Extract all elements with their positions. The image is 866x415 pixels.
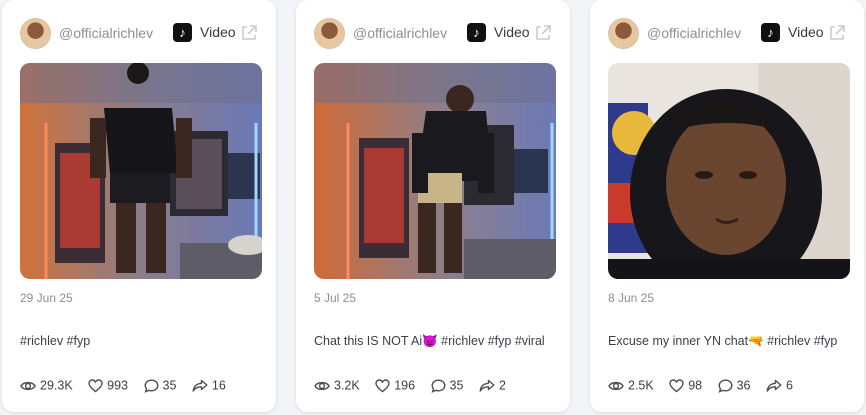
post-date: 8 Jun 25 — [608, 291, 655, 305]
post-card[interactable]: @officialrichlev ♪ Video — [2, 0, 276, 412]
heart-icon — [375, 379, 390, 393]
card-header: @officialrichlev ♪ Video — [314, 18, 552, 50]
comments-count: 35 — [449, 379, 464, 394]
video-thumbnail[interactable] — [314, 63, 556, 279]
account-handle[interactable]: @officialrichlev — [59, 25, 153, 41]
shares-count: 16 — [211, 379, 226, 394]
avatar[interactable] — [314, 18, 345, 49]
comment-icon — [431, 379, 446, 393]
post-date: 5 Jul 25 — [314, 291, 357, 305]
avatar[interactable] — [608, 18, 639, 49]
external-link-icon[interactable] — [828, 24, 846, 42]
post-card[interactable]: @officialrichlev ♪ Video 8 Jun 25 Excuse… — [590, 0, 864, 412]
tiktok-icon: ♪ — [761, 23, 780, 42]
tiktok-icon: ♪ — [173, 23, 192, 42]
comments-stat: 35 — [431, 378, 464, 394]
card-header: @officialrichlev ♪ Video — [608, 18, 846, 50]
comments-stat: 36 — [718, 378, 751, 393]
shares-stat: 6 — [766, 378, 793, 393]
post-stats: 3.2K 196 35 2 — [314, 378, 518, 396]
account-handle[interactable]: @officialrichlev — [353, 25, 447, 41]
comment-icon — [143, 379, 159, 393]
likes-stat: 196 — [375, 378, 415, 393]
likes-count: 98 — [688, 379, 703, 394]
account-handle[interactable]: @officialrichlev — [647, 25, 741, 41]
share-icon — [766, 379, 782, 392]
post-stats: 2.5K 98 36 6 — [608, 378, 805, 396]
video-thumbnail[interactable] — [20, 63, 262, 279]
post-date: 29 Jun 25 — [20, 291, 73, 305]
share-icon — [479, 379, 495, 392]
heart-icon — [669, 379, 684, 393]
post-card[interactable]: @officialrichlev ♪ Video — [296, 0, 570, 412]
views-stat: 29.3K — [20, 378, 73, 393]
comments-count: 36 — [736, 379, 751, 394]
comment-icon — [718, 379, 733, 393]
avatar[interactable] — [20, 18, 51, 49]
comments-count: 35 — [162, 379, 177, 394]
eye-icon — [20, 381, 36, 391]
post-type-label: Video — [200, 24, 236, 40]
likes-count: 993 — [107, 379, 129, 394]
shares-count: 6 — [785, 379, 793, 394]
likes-stat: 98 — [669, 378, 702, 393]
post-type-label: Video — [494, 24, 530, 40]
share-icon — [192, 379, 208, 392]
views-count: 2.5K — [628, 379, 654, 394]
post-stats: 29.3K 993 35 16 — [20, 378, 238, 396]
video-thumbnail[interactable] — [608, 63, 850, 279]
post-caption: #richlev #fyp — [20, 334, 91, 348]
comments-stat: 35 — [143, 378, 177, 394]
tiktok-icon: ♪ — [467, 23, 486, 42]
views-count: 3.2K — [334, 379, 360, 394]
post-caption: Excuse my inner YN chat🔫 #richlev #fyp — [608, 334, 838, 348]
card-header: @officialrichlev ♪ Video — [20, 18, 258, 50]
views-stat: 3.2K — [314, 378, 360, 393]
heart-icon — [88, 379, 103, 393]
likes-count: 196 — [394, 379, 416, 394]
shares-count: 2 — [498, 379, 506, 394]
post-caption: Chat this IS NOT Ai👿 #richlev #fyp #vira… — [314, 334, 545, 348]
external-link-icon[interactable] — [534, 24, 552, 42]
shares-stat: 2 — [479, 378, 506, 393]
likes-stat: 993 — [88, 378, 128, 393]
eye-icon — [608, 381, 624, 391]
post-type-label: Video — [788, 24, 824, 40]
external-link-icon[interactable] — [240, 24, 258, 42]
views-count: 29.3K — [40, 379, 73, 394]
views-stat: 2.5K — [608, 378, 654, 393]
shares-stat: 16 — [192, 378, 226, 393]
eye-icon — [314, 381, 330, 391]
